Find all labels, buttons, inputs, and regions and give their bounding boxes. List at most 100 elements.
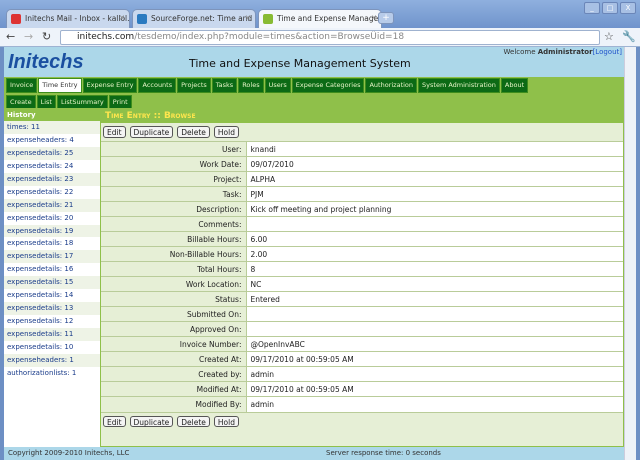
menu-item-time-entry[interactable]: Time Entry [38, 78, 82, 93]
field-row: Billable Hours: 6.00 [101, 231, 623, 247]
delete-button[interactable]: Delete [177, 415, 210, 427]
field-value [246, 306, 623, 322]
history-link[interactable]: expensedetails: 24 [4, 160, 100, 173]
history-link[interactable]: expensedetails: 21 [4, 198, 100, 212]
field-label: Comments: [101, 216, 247, 232]
maximize-button[interactable]: □ [602, 2, 618, 14]
menu-item-accounts[interactable]: Accounts [138, 78, 177, 93]
browser-tab[interactable]: SourceForge.net: Time and ... × [132, 9, 256, 28]
field-value: 8 [246, 261, 623, 277]
field-label: Total Hours: [101, 261, 247, 277]
edit-button[interactable]: Edit [103, 415, 126, 427]
tab-label: SourceForge.net: Time and ... [151, 14, 256, 23]
reload-icon[interactable]: ↻ [42, 30, 51, 43]
field-value: Entered [246, 291, 623, 307]
history-link[interactable]: expensedetails: 11 [4, 328, 100, 341]
menu-item-expense-categories[interactable]: Expense Categories [291, 78, 365, 93]
field-label: Created At: [101, 351, 247, 367]
browser-tab[interactable]: Initechs Mail - Inbox - kallol... × [6, 9, 130, 28]
minimize-button[interactable]: _ [584, 2, 600, 14]
hold-button[interactable]: Hold [213, 126, 239, 138]
field-value: Kick off meeting and project planning [246, 201, 623, 217]
field-label: Non-Billable Hours: [101, 246, 247, 262]
details-table: User: knandi Work Date: 09/07/2010 Project: A… [101, 141, 623, 412]
delete-button[interactable]: Delete [177, 126, 210, 138]
new-tab-button[interactable]: + [378, 12, 394, 24]
forward-icon[interactable]: → [24, 30, 33, 43]
field-value: knandi [246, 141, 623, 157]
field-label: Submitted On: [101, 306, 247, 322]
tab-label: Time and Expense Manage... [277, 14, 382, 23]
wrench-icon[interactable]: 🔧 [622, 30, 636, 43]
browser-toolbar: ← → ↻ initechs.com/tesdemo/index.php?mod… [0, 28, 640, 47]
scrollbar[interactable] [624, 47, 636, 460]
history-link[interactable]: expensedetails: 12 [4, 315, 100, 328]
close-tab-icon[interactable]: × [371, 13, 377, 22]
menu-item-expense-entry[interactable]: Expense Entry [82, 78, 138, 93]
field-row: Description: Kick off meeting and project… [101, 201, 623, 217]
app-header: Initechs Time and Expense Management Sys… [4, 47, 624, 77]
history-link[interactable]: authorizationlists: 1 [4, 367, 100, 380]
history-link[interactable]: times: 11 [4, 121, 100, 134]
field-value: PJM [246, 186, 623, 202]
address-bar[interactable]: initechs.com/tesdemo/index.php?module=ti… [60, 30, 600, 45]
close-tab-icon[interactable]: × [245, 13, 251, 22]
duplicate-button[interactable]: Duplicate [129, 415, 174, 427]
field-label: Description: [101, 201, 247, 217]
menu-item-authorization[interactable]: Authorization [365, 78, 418, 93]
history-link[interactable]: expensedetails: 25 [4, 146, 100, 160]
field-label: Work Location: [101, 276, 247, 292]
menu-item-invoice[interactable]: Invoice [6, 78, 38, 93]
menu-item-roles[interactable]: Roles [238, 78, 264, 93]
tab-label: Initechs Mail - Inbox - kallol... [25, 14, 130, 23]
logout-link[interactable]: [Logout] [593, 48, 622, 56]
field-value [246, 321, 623, 337]
history-link[interactable]: expensedetails: 16 [4, 263, 100, 276]
field-label: User: [101, 141, 247, 157]
history-link[interactable]: expensedetails: 23 [4, 172, 100, 186]
edit-button[interactable]: Edit [103, 126, 126, 138]
menu-item-projects[interactable]: Projects [177, 78, 211, 93]
bookmark-star-icon[interactable]: ☆ [604, 30, 614, 43]
field-row: Modified By: admin [101, 396, 623, 412]
history-link[interactable]: expensedetails: 19 [4, 224, 100, 238]
hold-button[interactable]: Hold [213, 415, 239, 427]
field-label: Billable Hours: [101, 231, 247, 247]
field-row: Created by: admin [101, 366, 623, 382]
browser-tab[interactable]: Time and Expense Manage... × [258, 9, 382, 28]
field-label: Project: [101, 171, 247, 187]
field-label: Invoice Number: [101, 336, 247, 352]
history-link[interactable]: expensedetails: 15 [4, 276, 100, 290]
history-link[interactable]: expenseheaders: 4 [4, 134, 100, 147]
favicon-icon [11, 14, 21, 24]
menu-item-users[interactable]: Users [264, 78, 291, 93]
field-label: Work Date: [101, 156, 247, 172]
history-link[interactable]: expensedetails: 20 [4, 212, 100, 225]
field-value: ALPHA [246, 171, 623, 187]
field-value: NC [246, 276, 623, 292]
history-link[interactable]: expensedetails: 22 [4, 186, 100, 199]
history-link[interactable]: expensedetails: 10 [4, 341, 100, 354]
history-link[interactable]: expensedetails: 13 [4, 302, 100, 316]
menu-item-system-administration[interactable]: System Administration [418, 78, 500, 93]
web-page: Initechs Time and Expense Management Sys… [4, 47, 624, 460]
back-icon[interactable]: ← [6, 30, 15, 43]
close-window-button[interactable]: X [620, 2, 636, 14]
menu-item-about[interactable]: About [500, 78, 529, 93]
field-row: Invoice Number: @OpenInvABC [101, 336, 623, 352]
field-value: 09/07/2010 [246, 156, 623, 172]
duplicate-button[interactable]: Duplicate [129, 126, 174, 138]
history-link[interactable]: expensedetails: 14 [4, 289, 100, 302]
history-link[interactable]: expensedetails: 17 [4, 250, 100, 264]
app-title: Time and Expense Management System [189, 57, 411, 70]
field-label: Created by: [101, 366, 247, 382]
field-label: Status: [101, 291, 247, 307]
menu-item-tasks[interactable]: Tasks [211, 78, 238, 93]
history-link[interactable]: expensedetails: 18 [4, 237, 100, 250]
field-row: Work Location: NC [101, 276, 623, 292]
close-tab-icon[interactable]: × [119, 13, 125, 22]
history-link[interactable]: expenseheaders: 1 [4, 353, 100, 367]
browse-panel: Time Entry :: Browse Edit Duplicate Delete… [100, 108, 624, 447]
logo: Initechs [8, 51, 84, 73]
field-value: admin [246, 396, 623, 412]
